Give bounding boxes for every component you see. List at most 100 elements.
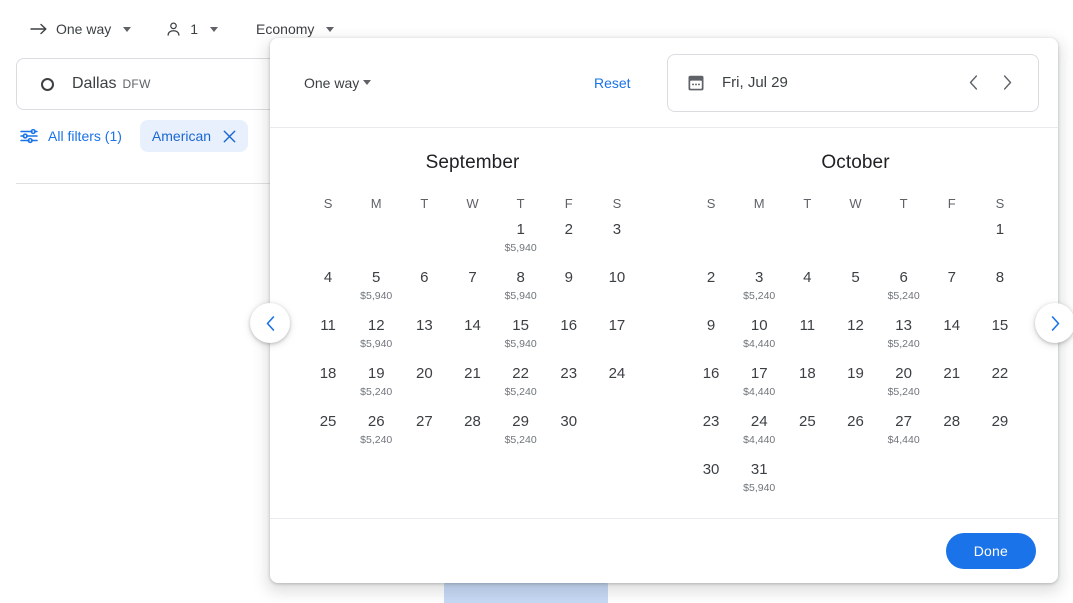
next-month-button[interactable] [1035, 303, 1073, 343]
calendar-day-cell[interactable]: 11 [783, 312, 831, 360]
calendar-day-number: 1 [995, 221, 1005, 238]
calendar-day-cell[interactable]: 20 [400, 360, 448, 408]
departure-date-field[interactable]: Fri, Jul 29 [667, 53, 1039, 112]
calendar-day-price: $5,940 [504, 290, 537, 302]
calendar-day-cell[interactable]: 11 [304, 312, 352, 360]
calendar-day-cell[interactable]: 9 [545, 264, 593, 312]
calendar-day-cell[interactable]: 1 [976, 216, 1024, 264]
calendar-day-cell[interactable]: 1 $5,940 [497, 216, 545, 264]
close-icon[interactable] [223, 130, 236, 143]
calendar-day-cell[interactable]: 5 $5,940 [352, 264, 400, 312]
weekday-label: S [612, 196, 622, 211]
previous-day-button[interactable] [956, 66, 990, 100]
calendar-day-cell[interactable]: 5 [831, 264, 879, 312]
calendar-day-price: $5,240 [887, 290, 920, 302]
calendar-day-number: 17 [608, 317, 626, 334]
calendar-day-cell[interactable]: 20 $5,240 [880, 360, 928, 408]
calendar-day-cell[interactable]: 24 $4,440 [735, 408, 783, 456]
calendar-day-empty [928, 216, 976, 264]
calendar-day-cell[interactable]: 3 $5,240 [735, 264, 783, 312]
calendar-day-cell[interactable]: 29 $5,240 [497, 408, 545, 456]
calendar-day-cell[interactable]: 31 $5,940 [735, 456, 783, 504]
calendar-day-cell[interactable]: 8 [976, 264, 1024, 312]
calendar-day-empty [735, 216, 783, 264]
calendar-day-number: 2 [706, 269, 716, 286]
calendar-day-cell[interactable]: 23 [687, 408, 735, 456]
calendar-day-cell[interactable]: 7 [448, 264, 496, 312]
calendar-day-cell[interactable]: 29 [976, 408, 1024, 456]
calendar-day-cell[interactable]: 22 $5,240 [497, 360, 545, 408]
calendar-day-price: $5,940 [360, 290, 393, 302]
calendar-day-cell[interactable]: 14 [928, 312, 976, 360]
calendar-day-cell[interactable]: 10 [593, 264, 641, 312]
calendar-day-cell[interactable]: 26 $5,240 [352, 408, 400, 456]
calendar-day-cell[interactable]: 27 [400, 408, 448, 456]
calendar-day-cell[interactable]: 12 $5,940 [352, 312, 400, 360]
calendar-day-cell[interactable]: 19 [831, 360, 879, 408]
next-day-button[interactable] [990, 66, 1024, 100]
passengers-selector[interactable]: 1 [157, 15, 226, 44]
calendar-day-cell[interactable]: 9 [687, 312, 735, 360]
calendar-day-cell[interactable]: 12 [831, 312, 879, 360]
calendar-day-cell[interactable]: 2 [545, 216, 593, 264]
calendar-day-cell[interactable]: 22 [976, 360, 1024, 408]
calendar-day-number: 10 [750, 317, 768, 334]
departure-date-value: Fri, Jul 29 [722, 74, 788, 91]
calendar-day-cell[interactable]: 4 [783, 264, 831, 312]
calendar-day-cell[interactable]: 17 $4,440 [735, 360, 783, 408]
calendar-day-cell[interactable]: 10 $4,440 [735, 312, 783, 360]
calendar-day-number: 1 [516, 221, 525, 238]
calendar-day-cell[interactable]: 28 [928, 408, 976, 456]
calendar-day-cell[interactable]: 13 $5,240 [880, 312, 928, 360]
calendar-day-cell[interactable]: 8 $5,940 [497, 264, 545, 312]
origin-code: DFW [122, 77, 151, 91]
calendar-day-price: $4,440 [743, 338, 776, 350]
calendar-day-cell[interactable]: 17 [593, 312, 641, 360]
calendar-day-cell[interactable]: 13 [400, 312, 448, 360]
calendar-week-row: 25 26 $5,240 27 28 29 $5,240 30 [304, 408, 641, 456]
calendar-day-cell[interactable]: 26 [831, 408, 879, 456]
calendar-day-cell[interactable]: 25 [304, 408, 352, 456]
airline-filter-chip[interactable]: American [139, 120, 249, 152]
calendar-day-cell[interactable]: 16 [687, 360, 735, 408]
previous-month-button[interactable] [250, 303, 290, 343]
person-icon [165, 21, 182, 38]
chevron-down-icon [326, 26, 335, 32]
calendar-day-cell[interactable]: 18 [304, 360, 352, 408]
calendar-day-cell[interactable]: 4 [304, 264, 352, 312]
calendar-day-cell[interactable]: 23 [545, 360, 593, 408]
all-filters-button[interactable]: All filters (1) [16, 122, 126, 150]
date-picker-footer: Done [270, 518, 1058, 583]
calendar-day-cell[interactable]: 21 [448, 360, 496, 408]
calendar-day-number: 9 [706, 317, 716, 334]
done-button[interactable]: Done [945, 533, 1036, 569]
chip-label: American [151, 128, 212, 144]
calendar-day-cell[interactable]: 21 [928, 360, 976, 408]
calendar-day-empty [783, 216, 831, 264]
calendar-day-cell[interactable]: 27 $4,440 [880, 408, 928, 456]
calendar-day-cell[interactable]: 14 [448, 312, 496, 360]
calendar-day-cell[interactable]: 30 [545, 408, 593, 456]
calendar-day-number: 16 [560, 317, 578, 334]
calendar-day-cell[interactable]: 15 $5,940 [497, 312, 545, 360]
calendar-day-cell[interactable]: 30 [687, 456, 735, 504]
calendar-day-cell[interactable]: 25 [783, 408, 831, 456]
trip-type-selector[interactable]: One way [22, 15, 139, 43]
calendar-day-cell[interactable]: 24 [593, 360, 641, 408]
calendar-day-cell[interactable]: 6 $5,240 [880, 264, 928, 312]
calendar-day-cell[interactable]: 6 [400, 264, 448, 312]
dialog-trip-type-selector[interactable]: One way [298, 69, 377, 97]
calendar-day-cell[interactable]: 19 $5,240 [352, 360, 400, 408]
calendar-day-cell[interactable]: 16 [545, 312, 593, 360]
calendar-day-empty [304, 456, 352, 504]
calendar-week-row: 4 5 $5,940 6 7 8 $5,940 9 10 [304, 264, 641, 312]
calendar-day-cell[interactable]: 3 [593, 216, 641, 264]
calendar-day-cell[interactable]: 15 [976, 312, 1024, 360]
calendar-day-cell[interactable]: 2 [687, 264, 735, 312]
calendar-day-cell[interactable]: 28 [448, 408, 496, 456]
reset-button[interactable]: Reset [586, 69, 639, 97]
calendar-day-price: $5,940 [360, 338, 393, 350]
calendar-day-empty [880, 216, 928, 264]
calendar-day-cell[interactable]: 7 [928, 264, 976, 312]
calendar-day-cell[interactable]: 18 [783, 360, 831, 408]
